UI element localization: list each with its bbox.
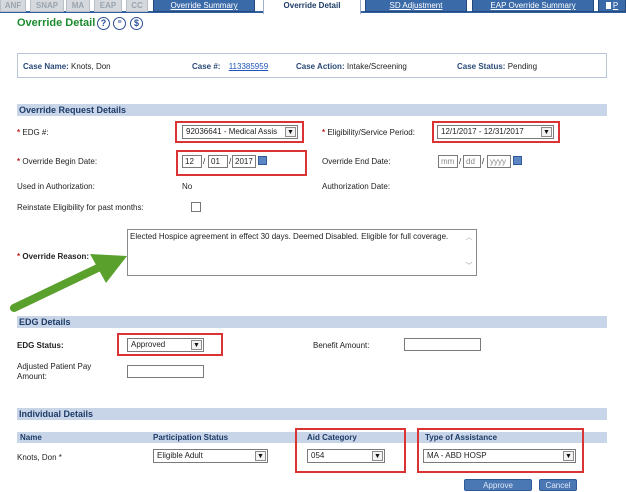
scroll-down-icon[interactable]: ﹀ — [464, 262, 474, 272]
period-value: 12/1/2017 - 12/31/2017 — [441, 127, 524, 136]
chevron-down-icon: ▼ — [255, 451, 266, 461]
required-marker: * — [17, 157, 21, 166]
benefit-amount-label: Benefit Amount: — [313, 341, 370, 350]
row-name: Knots, Don * — [17, 453, 62, 462]
date-separator: / — [203, 157, 206, 166]
edg-number-label-text: EDG #: — [22, 128, 49, 137]
reinstate-label: Reinstate Eligibility for past months: — [17, 203, 144, 212]
tab-override-detail[interactable]: Override Detail — [263, 0, 361, 14]
tab-program-anf[interactable]: ANF — [0, 0, 26, 12]
edg-number-select[interactable]: 92036641 - Medical Assis ▼ — [182, 125, 298, 139]
column-header-name: Name — [20, 433, 42, 442]
column-header-participation: Participation Status — [153, 433, 229, 442]
tab-more-icon — [605, 2, 611, 10]
aid-category-value: 054 — [311, 451, 325, 460]
chevron-down-icon: ▼ — [372, 451, 383, 461]
begin-date-label: * Override Begin Date: — [17, 157, 97, 166]
case-status-label: Case Status: — [457, 62, 506, 71]
required-marker: * — [322, 128, 326, 137]
case-name-value: Knots, Don — [71, 62, 111, 71]
case-number-label: Case #: — [192, 62, 221, 71]
override-reason-textarea[interactable]: Elected Hospice agreement in effect 30 d… — [127, 229, 477, 276]
required-marker: * — [17, 128, 21, 137]
assistance-select[interactable]: MA - ABD HOSP ▼ — [423, 449, 576, 463]
chevron-down-icon: ▼ — [285, 127, 296, 137]
begin-year-input[interactable]: 2017 — [232, 155, 256, 168]
date-separator: / — [229, 157, 232, 166]
chevron-down-icon: ▼ — [541, 127, 552, 137]
date-separator: / — [459, 157, 462, 166]
benefit-amount-input[interactable] — [404, 338, 481, 351]
cancel-button[interactable]: Cancel — [539, 479, 577, 491]
chevron-down-icon: ▼ — [563, 451, 574, 461]
calendar-icon[interactable] — [258, 156, 267, 165]
case-number: Case #: 113385959 — [192, 62, 268, 71]
tab-eap-override-summary[interactable]: EAP Override Summary — [472, 0, 594, 12]
edg-status-value: Approved — [131, 340, 166, 349]
notes-icon[interactable]: ≡ — [113, 17, 126, 30]
period-label: * Eligibility/Service Period: — [322, 128, 415, 137]
edg-number-value: 92036641 - Medical Assis — [186, 127, 278, 136]
calendar-icon[interactable] — [513, 156, 522, 165]
tab-program-snap[interactable]: SNAP — [30, 0, 64, 12]
case-name: Case Name: Knots, Don — [23, 62, 111, 71]
used-in-auth-label: Used in Authorization: — [17, 182, 95, 191]
participation-select[interactable]: Eligible Adult ▼ — [153, 449, 268, 463]
period-label-text: Eligibility/Service Period: — [327, 128, 415, 137]
override-request-section-header: Override Request Details — [17, 104, 607, 116]
end-date-label: Override End Date: — [322, 157, 391, 166]
edg-number-label: * EDG #: — [17, 128, 49, 137]
adjusted-pay-input[interactable] — [127, 365, 204, 378]
case-status: Case Status: Pending — [457, 62, 537, 71]
edg-status-select[interactable]: Approved ▼ — [127, 338, 204, 352]
page-title: Override Detail — [17, 17, 96, 29]
green-arrow-icon — [10, 254, 127, 312]
case-name-label: Case Name: — [23, 62, 69, 71]
override-reason-text: Elected Hospice agreement in effect 30 d… — [130, 232, 449, 241]
help-icon[interactable]: ? — [97, 17, 110, 30]
participation-value: Eligible Adult — [157, 451, 203, 460]
scroll-up-icon[interactable]: ︿ — [464, 233, 474, 243]
begin-date-label-text: Override Begin Date: — [22, 157, 98, 166]
date-separator: / — [482, 157, 485, 166]
case-status-value: Pending — [507, 62, 538, 71]
used-in-auth-value: No — [182, 182, 193, 191]
dollar-icon[interactable]: $ — [130, 17, 143, 30]
reinstate-checkbox[interactable] — [191, 202, 201, 212]
begin-day-input[interactable]: 01 — [208, 155, 228, 168]
begin-month-input[interactable]: 12 — [182, 155, 202, 168]
authorization-date-label: Authorization Date: — [322, 182, 391, 191]
end-day-input[interactable]: dd — [463, 155, 481, 168]
assistance-value: MA - ABD HOSP — [427, 451, 487, 460]
tab-program-eap[interactable]: EAP — [94, 0, 122, 12]
end-year-input[interactable]: yyyy — [487, 155, 511, 168]
case-action-label: Case Action: — [296, 62, 345, 71]
adjusted-pay-label: Adjusted Patient Pay Amount: — [17, 362, 92, 381]
tab-program-ma[interactable]: MA — [66, 0, 90, 12]
case-number-link[interactable]: 113385959 — [229, 62, 268, 71]
case-action-value: Intake/Screening — [346, 62, 407, 71]
end-month-input[interactable]: mm — [438, 155, 458, 168]
tab-more[interactable]: P — [598, 0, 626, 12]
edg-status-label: EDG Status: — [17, 341, 64, 350]
chevron-down-icon: ▼ — [191, 340, 202, 350]
individual-details-section-header: Individual Details — [17, 408, 607, 420]
tab-more-label: P — [612, 1, 619, 10]
tab-override-summary[interactable]: Override Summary — [153, 0, 255, 12]
edg-details-section-header: EDG Details — [17, 316, 607, 328]
tab-sd-adjustment[interactable]: SD Adjustment — [365, 0, 467, 12]
case-action: Case Action: Intake/Screening — [296, 62, 407, 71]
aid-category-select[interactable]: 054 ▼ — [307, 449, 385, 463]
period-select[interactable]: 12/1/2017 - 12/31/2017 ▼ — [437, 125, 554, 139]
approve-button[interactable]: Approve — [464, 479, 532, 491]
tab-program-cc[interactable]: CC — [126, 0, 148, 12]
